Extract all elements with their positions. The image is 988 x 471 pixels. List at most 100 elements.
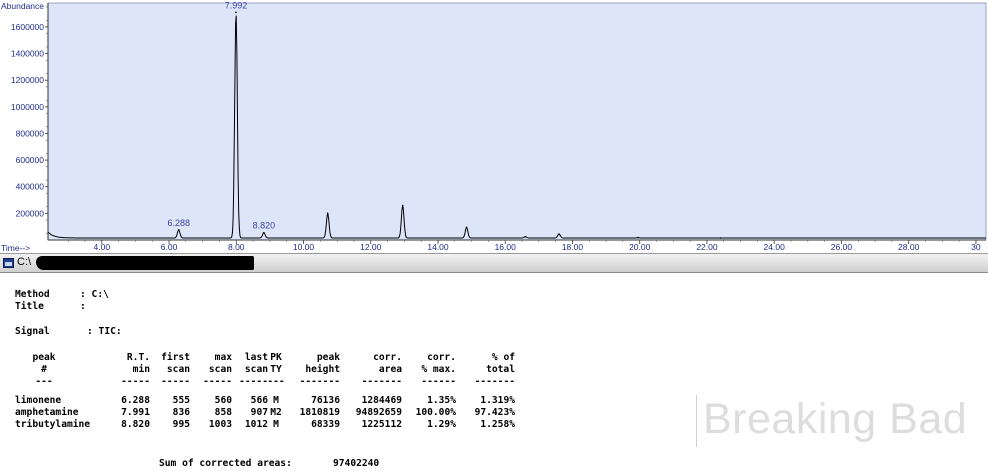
- x-tick-label: 20.00: [629, 242, 651, 252]
- peak-apex: [177, 229, 180, 231]
- cell-first-scan: 836: [172, 407, 190, 418]
- x-tick-label: 10.00: [293, 242, 315, 252]
- header-first-scan-3: -----: [161, 376, 190, 387]
- title-label: Title: [15, 301, 44, 312]
- cell-rt: 6.288: [121, 395, 150, 406]
- peak-apex: [558, 233, 560, 235]
- y-tick-label: 600000: [16, 155, 45, 165]
- x-tick-label: 14.00: [427, 242, 449, 252]
- x-axis-title: Time-->: [1, 243, 30, 253]
- cell-peak-height: 68339: [311, 419, 340, 430]
- header-max-scan-3: -----: [203, 376, 232, 387]
- console-window-titlebar[interactable]: C:\: [0, 253, 988, 273]
- cell-last-scan: 907: [250, 407, 268, 418]
- header-rt-1: R.T.: [126, 352, 150, 363]
- x-tick-label: 24.00: [764, 242, 786, 252]
- peak-apex: [326, 212, 329, 215]
- cell-first-scan: 555: [172, 395, 190, 406]
- cell-corr-pct-max: 100.00%: [415, 407, 456, 418]
- sum-label: Sum of corrected areas:: [159, 458, 292, 469]
- cell-corr-pct-max: 1.29%: [427, 419, 456, 430]
- x-tick-label: 30: [971, 242, 981, 252]
- header-last-scan-2: scan: [244, 364, 268, 375]
- header-pct-total-3: -------: [474, 376, 515, 387]
- cell-peak: tributylamine: [15, 419, 91, 430]
- header-corr-pct-max-1: corr.: [427, 352, 456, 363]
- y-tick-label: 800000: [16, 128, 45, 138]
- x-tick-label: 28.00: [898, 242, 920, 252]
- header-peak-height-2: height: [305, 364, 340, 375]
- y-tick-label: 400000: [16, 182, 45, 192]
- header-pk-type-2: TY: [270, 364, 282, 375]
- cell-pct-total: 1.258%: [480, 419, 515, 430]
- title-value: :: [80, 301, 86, 312]
- cell-pk-type: M2: [270, 407, 282, 418]
- header-peak-3: ---: [35, 376, 53, 387]
- header-last-scan-3: -----: [239, 376, 268, 387]
- cell-peak: limonene: [15, 395, 62, 406]
- header-peak-2: #: [41, 364, 47, 375]
- cell-corr-area: 1284469: [361, 395, 402, 406]
- cell-pct-total: 97.423%: [474, 407, 515, 418]
- peak-label: 8.820: [253, 221, 276, 231]
- y-tick-label: 1600000: [11, 22, 44, 32]
- peak-apex: [465, 226, 468, 229]
- x-tick-label: 8.00: [228, 242, 245, 252]
- peak-apex: [637, 236, 639, 239]
- cell-peak-height: 1810819: [299, 407, 340, 418]
- cell-first-scan: 995: [172, 419, 190, 430]
- x-tick-label: 4.00: [94, 242, 111, 252]
- header-pk-type-3: ---: [267, 376, 285, 387]
- cell-max-scan: 858: [214, 407, 232, 418]
- header-first-scan-2: scan: [166, 364, 190, 375]
- cell-peak: amphetamine: [15, 407, 79, 418]
- watermark: Breaking Bad: [696, 395, 988, 447]
- header-corr-pct-max-2: % max.: [421, 364, 456, 375]
- peak-label: 6.288: [167, 218, 190, 228]
- peak-label: 7.992: [225, 0, 248, 10]
- cell-pct-total: 1.319%: [480, 395, 515, 406]
- cell-corr-area: 94892659: [355, 407, 402, 418]
- header-corr-area-2: area: [378, 364, 402, 375]
- console-window-title: C:\: [17, 256, 32, 268]
- header-max-scan-1: max: [214, 352, 232, 363]
- peak-apex: [263, 231, 265, 234]
- method-label: Method: [15, 289, 50, 300]
- cell-corr-area: 1225112: [361, 419, 402, 430]
- x-tick-label: 22.00: [696, 242, 718, 252]
- header-pk-type-1: PK: [270, 352, 282, 363]
- console-window-icon: [3, 258, 14, 268]
- header-rt-2: min: [132, 364, 150, 375]
- peak-apex: [401, 204, 404, 207]
- x-tick-label: 6.00: [161, 242, 178, 252]
- y-tick-label: 1200000: [11, 75, 44, 85]
- header-pct-total-2: total: [486, 364, 515, 375]
- peak-apex: [235, 11, 237, 14]
- method-value: : C:\: [80, 289, 109, 300]
- watermark-text: Breaking Bad: [703, 395, 968, 443]
- cell-peak-height: 76136: [311, 395, 340, 406]
- x-tick-label: 26.00: [831, 242, 853, 252]
- cell-rt: 7.991: [121, 407, 150, 418]
- cell-max-scan: 1003: [208, 419, 232, 430]
- sum-value: 97402240: [333, 458, 380, 469]
- y-axis-title: Abundance: [1, 1, 44, 11]
- y-tick-label: 1000000: [11, 102, 44, 112]
- x-tick-label: 16.00: [495, 242, 517, 252]
- header-pct-total-1: % of: [491, 352, 515, 363]
- signal-label: Signal: [15, 326, 50, 337]
- x-tick-label: 12.00: [360, 242, 382, 252]
- cell-pk-type: M: [273, 419, 279, 430]
- header-max-scan-2: scan: [208, 364, 232, 375]
- header-corr-area-3: -------: [361, 376, 402, 387]
- peak-apex: [524, 235, 527, 238]
- plot-area: [47, 2, 987, 241]
- header-first-scan-1: first: [161, 352, 190, 363]
- x-tick-label: 18.00: [562, 242, 584, 252]
- chromatogram-panel: 200000 400000 600000 800000 1000000 1200000 14…: [0, 0, 988, 253]
- header-peak-height-1: peak: [316, 352, 340, 363]
- header-peak-1: peak: [32, 352, 56, 363]
- y-tick-label: 1400000: [11, 49, 44, 59]
- header-last-scan-1: last: [244, 352, 268, 363]
- cell-pk-type: M: [273, 395, 279, 406]
